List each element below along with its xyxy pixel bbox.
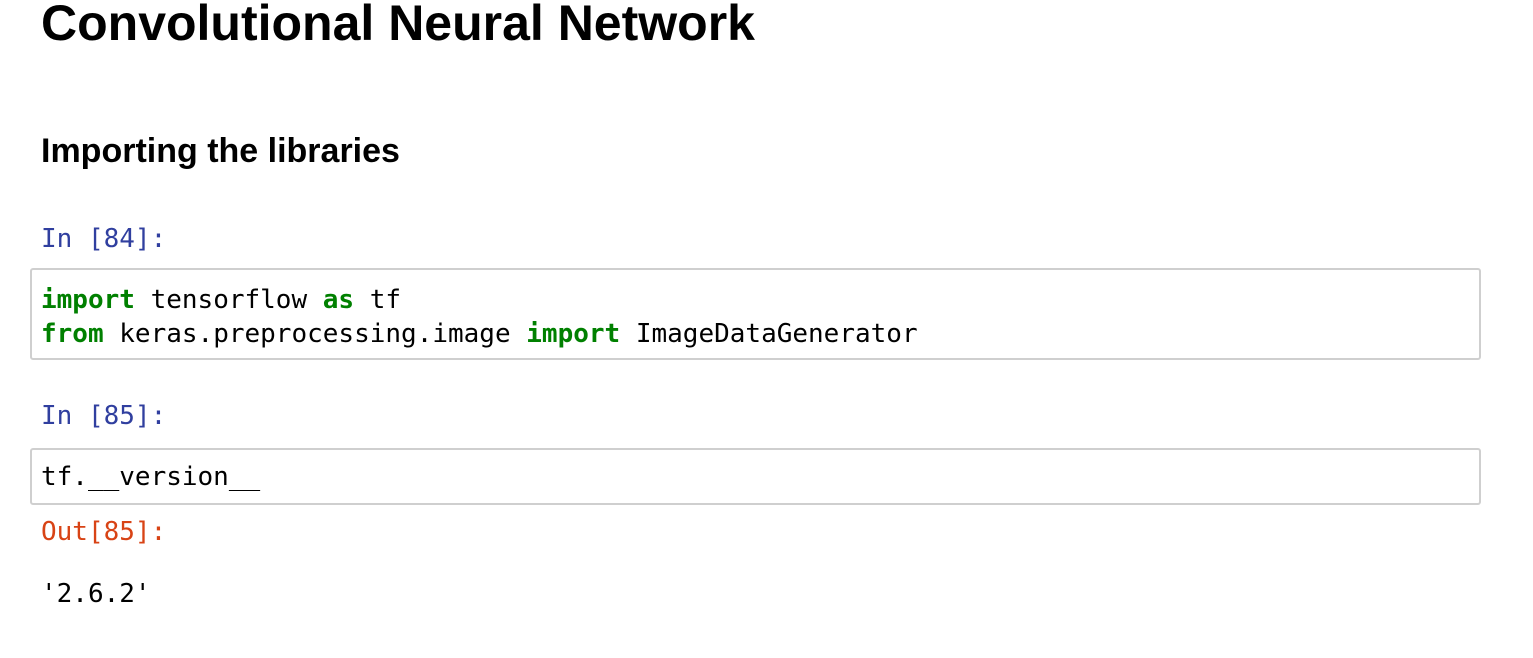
- keyword: from: [41, 319, 104, 349]
- cell-output: '2.6.2': [41, 579, 151, 609]
- section-heading: Importing the libraries: [41, 132, 400, 170]
- input-prompt-85: In [85]:: [41, 401, 167, 431]
- keyword: as: [322, 285, 355, 315]
- keyword: import: [526, 319, 621, 349]
- code-text: tensorflow: [134, 285, 323, 315]
- page-title: Convolutional Neural Network: [41, 0, 755, 51]
- keyword: import: [41, 285, 135, 315]
- code-text: keras.preprocessing.image: [103, 319, 527, 349]
- code-cell-84[interactable]: import tensorflow as tf from keras.prepr…: [30, 268, 1481, 360]
- code-text: ImageDataGenerator: [620, 319, 918, 349]
- code-line: import tensorflow as tf: [41, 283, 401, 317]
- code-text: tf: [354, 285, 402, 315]
- code-line: from keras.preprocessing.image import Im…: [41, 317, 918, 351]
- code-line: tf.__version__: [41, 462, 261, 492]
- notebook-page: Convolutional Neural Network Importing t…: [0, 0, 1533, 658]
- input-prompt-84: In [84]:: [41, 224, 167, 254]
- code-cell-85[interactable]: tf.__version__: [30, 448, 1481, 505]
- output-prompt-85: Out[85]:: [41, 517, 167, 547]
